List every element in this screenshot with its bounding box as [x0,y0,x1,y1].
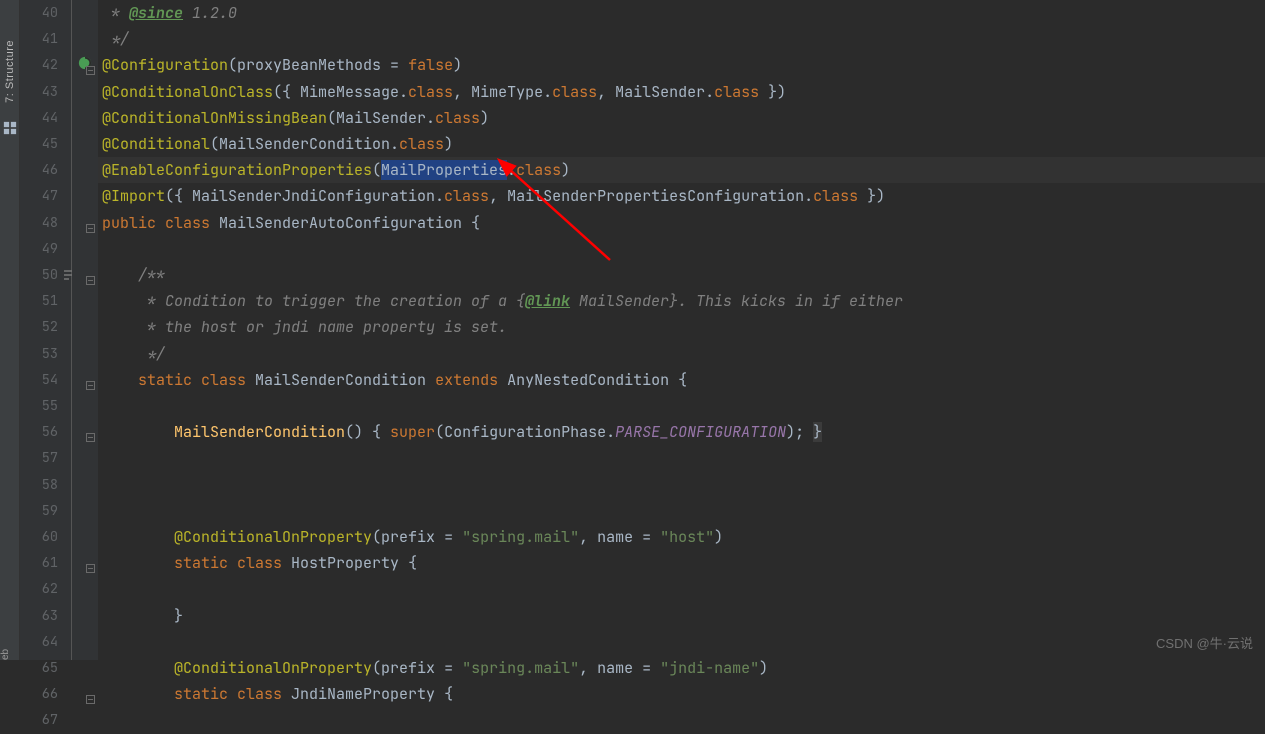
code-line[interactable]: @ConditionalOnClass({ MimeMessage.class,… [98,79,1265,105]
structure-icon[interactable] [3,121,17,135]
code-line[interactable]: */ [98,341,1265,367]
line-number[interactable]: 56 [28,423,58,441]
line-number[interactable]: 48 [28,214,58,232]
structure-tool-button[interactable]: 7: Structure [4,40,16,103]
line-number[interactable]: 47 [28,187,58,205]
code-line[interactable]: * Condition to trigger the creation of a… [98,288,1265,314]
line-number[interactable]: 67 [28,711,58,729]
line-number[interactable]: 41 [28,30,58,48]
fold-toggle[interactable] [86,427,95,447]
code-line[interactable]: public class MailSenderAutoConfiguration… [98,210,1265,236]
code-line[interactable]: static class HostProperty { [98,550,1265,576]
line-number[interactable]: 66 [28,685,58,703]
line-number[interactable]: 43 [28,83,58,101]
selected-text: MailProperties [381,160,507,180]
line-number[interactable]: 50 [28,266,58,284]
line-number[interactable]: 52 [28,318,58,336]
gutter-indent-icon[interactable] [56,270,82,280]
fold-toggle[interactable] [86,558,95,578]
line-number[interactable]: 61 [28,554,58,572]
fold-toggle[interactable] [86,218,95,238]
fold-toggle[interactable] [86,270,95,290]
code-editor[interactable]: * @since 1.2.0 */@Configuration(proxyBea… [98,0,1265,660]
line-number[interactable]: 40 [28,4,58,22]
code-line[interactable] [98,707,1265,733]
code-line[interactable]: @EnableConfigurationProperties(MailPrope… [98,157,1265,183]
line-number[interactable]: 53 [28,345,58,363]
tool-window-bar: 7: Structure [0,0,20,660]
code-line[interactable]: static class JndiNameProperty { [98,681,1265,707]
code-line[interactable]: * @since 1.2.0 [98,0,1265,26]
line-number[interactable]: 42 [28,56,58,74]
fold-toggle[interactable] [86,375,95,395]
code-line[interactable]: MailSenderCondition() { super(Configurat… [98,419,1265,445]
code-line[interactable]: @ConditionalOnMissingBean(MailSender.cla… [98,105,1265,131]
code-line[interactable]: */ [98,26,1265,52]
fold-toggle[interactable] [86,60,95,80]
line-number[interactable]: 51 [28,292,58,310]
line-number[interactable]: 46 [28,161,58,179]
code-line[interactable]: @ConditionalOnProperty(prefix = "spring.… [98,655,1265,681]
code-line[interactable] [98,629,1265,655]
code-line[interactable] [98,498,1265,524]
code-line[interactable]: static class MailSenderCondition extends… [98,367,1265,393]
line-number[interactable]: 62 [28,580,58,598]
code-line[interactable]: @Conditional(MailSenderCondition.class) [98,131,1265,157]
code-line[interactable] [98,472,1265,498]
code-line[interactable]: @Configuration(proxyBeanMethods = false) [98,52,1265,78]
line-number[interactable]: 49 [28,240,58,258]
line-number[interactable]: 60 [28,528,58,546]
line-number[interactable]: 44 [28,109,58,127]
line-number[interactable]: 63 [28,607,58,625]
code-line[interactable]: @ConditionalOnProperty(prefix = "spring.… [98,524,1265,550]
line-number[interactable]: 65 [28,659,58,677]
line-number[interactable]: 64 [28,633,58,651]
code-line[interactable] [98,393,1265,419]
code-line[interactable] [98,236,1265,262]
code-line[interactable]: /** [98,262,1265,288]
line-number[interactable]: 59 [28,502,58,520]
watermark: CSDN @牛·云说 [1156,633,1253,652]
code-line[interactable] [98,576,1265,602]
fold-toggle[interactable] [86,689,95,709]
code-line[interactable]: * the host or jndi name property is set. [98,314,1265,340]
line-number[interactable]: 54 [28,371,58,389]
line-number[interactable]: 55 [28,397,58,415]
code-line[interactable]: @Import({ MailSenderJndiConfiguration.cl… [98,183,1265,209]
line-number[interactable]: 45 [28,135,58,153]
line-number[interactable]: 58 [28,476,58,494]
line-number[interactable]: 57 [28,449,58,467]
code-line[interactable] [98,445,1265,471]
bottom-tab[interactable]: eb [0,646,18,660]
code-line[interactable]: } [98,603,1265,629]
